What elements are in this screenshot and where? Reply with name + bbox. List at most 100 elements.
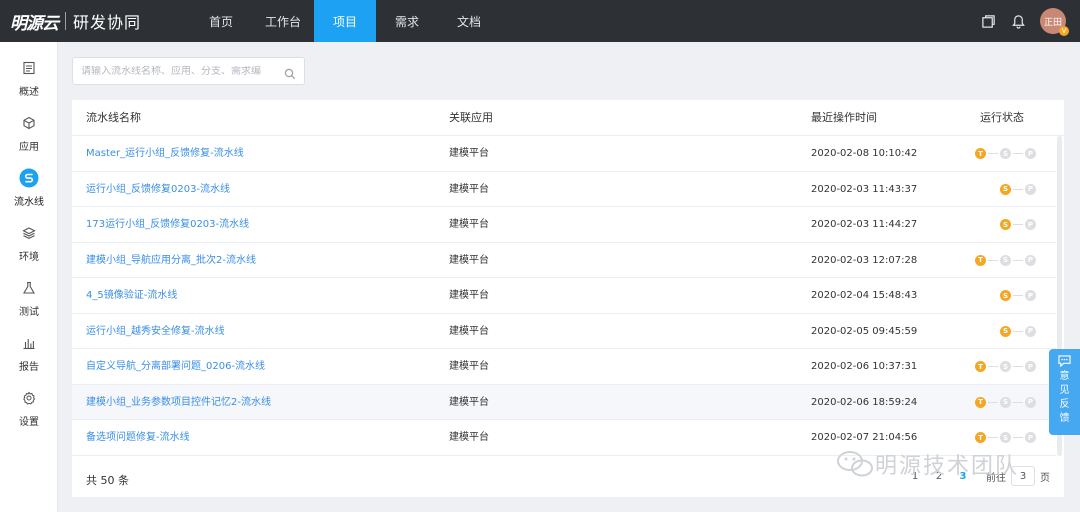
pipeline-name-link[interactable]: 运行小组_越秀安全修复-流水线 bbox=[86, 314, 225, 349]
nav-item-0[interactable]: 首页 bbox=[190, 0, 252, 42]
nav-item-4[interactable]: 文档 bbox=[438, 0, 500, 42]
status-stage-p[interactable]: P bbox=[1025, 148, 1036, 159]
pipeline-name-link[interactable]: 173运行小组_反馈修复0203-流水线 bbox=[86, 207, 249, 242]
time-cell: 2020-02-03 11:43:37 bbox=[811, 183, 918, 195]
status-connector bbox=[988, 153, 998, 154]
status-stage-t[interactable]: T bbox=[975, 361, 986, 372]
search-box[interactable] bbox=[72, 57, 305, 85]
table-row[interactable]: 运行小组_反馈修复0203-流水线 建模平台 2020-02-03 11:43:37… bbox=[72, 172, 1056, 207]
brand[interactable]: 明源云 研发协同 bbox=[0, 0, 141, 42]
nav-item-3[interactable]: 需求 bbox=[376, 0, 438, 42]
search-input[interactable] bbox=[81, 65, 281, 77]
sidebar-item-0[interactable]: 概述 bbox=[0, 58, 58, 110]
status-connector bbox=[988, 366, 998, 367]
status-connector bbox=[1013, 437, 1023, 438]
sidebar-item-3[interactable]: 环境 bbox=[0, 223, 58, 275]
pipeline-name-link[interactable]: 运行小组_反馈修复0203-流水线 bbox=[86, 172, 230, 207]
page-2[interactable]: 2 bbox=[930, 467, 948, 485]
status-stage-s[interactable]: S bbox=[1000, 432, 1011, 443]
document-icon bbox=[19, 58, 39, 78]
time-cell: 2020-02-08 10:10:42 bbox=[811, 148, 918, 159]
sidebar-item-label: 环境 bbox=[19, 252, 39, 263]
goto-page-input[interactable]: 3 bbox=[1011, 466, 1035, 486]
table-row[interactable]: Master_运行小组_反馈修复-流水线 建模平台 2020-02-08 10:10… bbox=[72, 136, 1056, 172]
status-stage-s[interactable]: S bbox=[1000, 361, 1011, 372]
feedback-label: 意见反馈 bbox=[1059, 371, 1070, 424]
feedback-button[interactable]: 意见反馈 bbox=[1049, 349, 1080, 435]
status-connector bbox=[1013, 259, 1023, 261]
product-name: 研发协同 bbox=[73, 13, 142, 32]
status-stage-p[interactable]: P bbox=[1025, 396, 1036, 408]
status-stage-p[interactable]: P bbox=[1025, 432, 1036, 443]
bell-icon[interactable] bbox=[1010, 13, 1026, 29]
bar-chart-icon bbox=[19, 333, 39, 353]
page-1[interactable]: 1 bbox=[906, 467, 924, 485]
status-stage-s[interactable]: S bbox=[1000, 254, 1011, 266]
run-status: TSP bbox=[975, 420, 1036, 455]
user-avatar[interactable]: 正田 V bbox=[1040, 8, 1069, 36]
nav-item-2[interactable]: 项目 bbox=[314, 0, 376, 42]
app-cell: 建模平台 bbox=[449, 432, 489, 443]
pipeline-name-link[interactable]: 建模小组_业务参数项目控件记忆2-流水线 bbox=[86, 385, 271, 420]
table-row[interactable]: 运行小组_越秀安全修复-流水线 建模平台 2020-02-05 09:45:59 S P bbox=[72, 314, 1056, 349]
pipeline-name-link[interactable]: 建模小组_导航应用分离_批次2-流水线 bbox=[86, 243, 256, 278]
chat-icon bbox=[1058, 355, 1071, 367]
column-header-time: 最近操作时间 bbox=[811, 111, 877, 124]
status-stage-s[interactable]: S bbox=[1000, 183, 1011, 195]
app-cell: 建模平台 bbox=[449, 290, 489, 301]
status-stage-s[interactable]: S bbox=[1000, 148, 1011, 159]
status-connector bbox=[988, 437, 998, 438]
search-icon[interactable] bbox=[284, 65, 296, 80]
status-stage-p[interactable]: P bbox=[1025, 183, 1036, 195]
pipeline-name-link[interactable]: 自定义导航_分离部署问题_0206-流水线 bbox=[86, 349, 265, 384]
status-stage-t[interactable]: T bbox=[975, 432, 986, 443]
page-3[interactable]: 3 bbox=[954, 467, 972, 485]
pipeline-name-link[interactable]: 备选项问题修复-流水线 bbox=[86, 420, 190, 455]
sidebar-item-label: 应用 bbox=[19, 142, 39, 153]
status-stage-t[interactable]: T bbox=[975, 396, 986, 408]
status-stage-p[interactable]: P bbox=[1025, 361, 1036, 372]
layers-icon bbox=[19, 223, 39, 243]
sidebar-item-label: 测试 bbox=[19, 307, 39, 318]
status-stage-p[interactable]: P bbox=[1025, 254, 1036, 266]
table-row[interactable]: 173运行小组_反馈修复0203-流水线 建模平台 2020-02-03 11:44… bbox=[72, 207, 1056, 243]
status-stage-s[interactable]: S bbox=[1000, 325, 1011, 337]
time-cell: 2020-02-07 21:04:56 bbox=[811, 432, 918, 443]
status-stage-p[interactable]: P bbox=[1025, 219, 1036, 230]
sidebar-item-4[interactable]: 测试 bbox=[0, 278, 58, 330]
sidebar: 概述应用流水线环境测试报告设置 bbox=[0, 42, 58, 512]
status-connector bbox=[1013, 330, 1023, 332]
pipeline-table-card: 流水线名称 关联应用 最近操作时间 运行状态 Master_运行小组_反馈修复-… bbox=[72, 100, 1064, 497]
status-stage-p[interactable]: P bbox=[1025, 325, 1036, 337]
status-stage-s[interactable]: S bbox=[1000, 219, 1011, 230]
table-row[interactable]: 自定义导航_分离部署问题_0206-流水线 建模平台 2020-02-06 10:3… bbox=[72, 349, 1056, 385]
flask-icon bbox=[19, 278, 39, 298]
app-cell: 建模平台 bbox=[449, 148, 489, 159]
sidebar-item-label: 流水线 bbox=[14, 197, 44, 208]
sidebar-item-1[interactable]: 应用 bbox=[0, 113, 58, 165]
table-row[interactable]: 4_5镜像验证-流水线 建模平台 2020-02-04 15:48:43 S P bbox=[72, 278, 1056, 314]
app-cell: 建模平台 bbox=[449, 396, 489, 408]
status-stage-t[interactable]: T bbox=[975, 254, 986, 266]
copy-window-icon[interactable] bbox=[980, 13, 996, 29]
status-stage-p[interactable]: P bbox=[1025, 290, 1036, 301]
avatar-text: 正田 bbox=[1043, 17, 1062, 28]
nav-item-1[interactable]: 工作台 bbox=[252, 0, 314, 42]
cube-icon bbox=[19, 113, 39, 133]
column-header-status: 运行状态 bbox=[980, 111, 1024, 124]
status-connector bbox=[1013, 153, 1023, 154]
sidebar-item-5[interactable]: 报告 bbox=[0, 333, 58, 385]
status-stage-s[interactable]: S bbox=[1000, 290, 1011, 301]
status-stage-s[interactable]: S bbox=[1000, 396, 1011, 408]
table-row[interactable]: 备选项问题修复-流水线 建模平台 2020-02-07 21:04:56 T S P bbox=[72, 420, 1056, 456]
sidebar-item-2[interactable]: 流水线 bbox=[0, 168, 58, 220]
pipeline-name-link[interactable]: 4_5镜像验证-流水线 bbox=[86, 278, 177, 313]
sidebar-item-label: 设置 bbox=[19, 417, 39, 428]
sidebar-item-6[interactable]: 设置 bbox=[0, 388, 58, 440]
status-connector bbox=[1013, 401, 1023, 403]
table-row[interactable]: 建模小组_导航应用分离_批次2-流水线 建模平台 2020-02-03 12:07:… bbox=[72, 243, 1056, 278]
pipeline-name-link[interactable]: Master_运行小组_反馈修复-流水线 bbox=[86, 136, 244, 171]
status-stage-t[interactable]: T bbox=[975, 148, 986, 159]
time-cell: 2020-02-05 09:45:59 bbox=[811, 325, 918, 337]
table-row[interactable]: 建模小组_业务参数项目控件记忆2-流水线 建模平台 2020-02-06 18:59… bbox=[72, 384, 1056, 420]
